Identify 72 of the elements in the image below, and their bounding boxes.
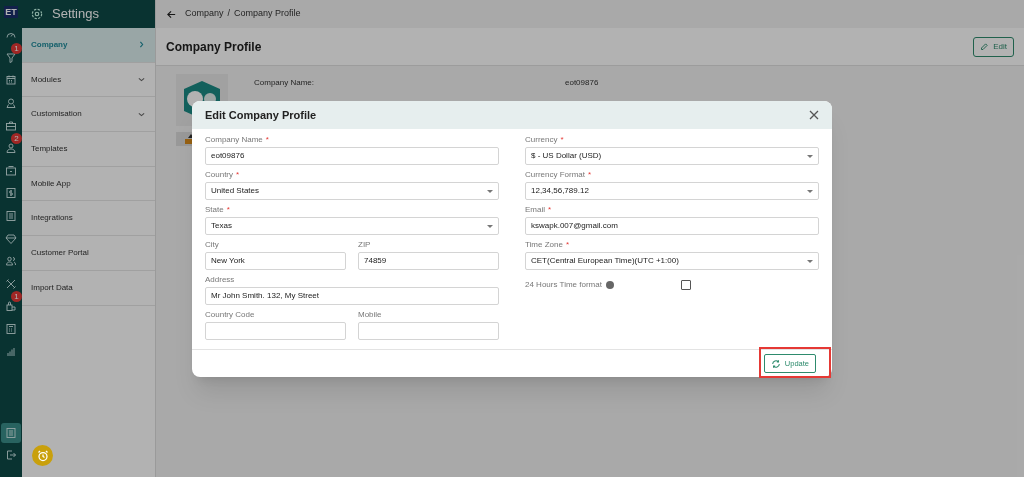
input-field[interactable]: Mr John Smith. 132, My Street <box>205 287 499 305</box>
input-field[interactable]: New York <box>205 252 346 270</box>
field-label: Company Name <box>205 134 263 146</box>
input-field[interactable]: eot09876 <box>205 147 499 165</box>
required-mark: * <box>588 169 592 181</box>
field-label: Country Code <box>205 309 255 321</box>
select-field[interactable]: Texas <box>205 217 499 235</box>
required-mark: * <box>236 169 240 181</box>
select-field[interactable]: CET(Central European Time)(UTC +1:00) <box>525 252 819 270</box>
calendar-icon[interactable] <box>5 74 17 87</box>
logout-icon[interactable] <box>5 449 17 461</box>
field-label: Currency Format <box>525 169 585 181</box>
field-label: Address <box>205 274 235 286</box>
input-field[interactable] <box>205 322 346 340</box>
field-label: ZIP <box>358 239 371 251</box>
back-arrow-icon[interactable] <box>166 8 177 20</box>
required-mark: * <box>265 134 269 146</box>
page-title: Company Profile <box>166 38 262 56</box>
select-field[interactable]: United States <box>205 182 499 200</box>
breadcrumb-link[interactable]: Company <box>185 7 224 21</box>
input-field[interactable]: 74859 <box>358 252 499 270</box>
close-icon[interactable] <box>809 110 819 120</box>
settings-list-icon <box>5 427 17 439</box>
edit-icon <box>980 42 990 51</box>
field-label: Time Zone <box>525 239 563 251</box>
notification-badge: 2 <box>11 132 22 144</box>
tools-icon[interactable] <box>5 277 17 290</box>
notification-badge: 1 <box>11 291 22 303</box>
required-mark: * <box>565 239 570 251</box>
person-icon[interactable] <box>5 142 17 155</box>
dropdown-caret-icon <box>807 189 813 193</box>
field-label: Email <box>525 204 545 216</box>
field-label: State <box>205 204 224 216</box>
field-label: 24 Hours Time format <box>525 279 602 291</box>
rail-button[interactable] <box>1 423 21 443</box>
field-label: City <box>205 239 219 251</box>
breadcrumb-separator: / <box>227 7 231 21</box>
dialog-title: Edit Company Profile <box>205 107 317 123</box>
select-field[interactable]: $ - US Dollar (USD) <box>525 147 819 165</box>
briefcase-icon[interactable] <box>5 119 17 132</box>
dollar-icon[interactable] <box>5 187 17 200</box>
people-icon[interactable] <box>5 255 17 268</box>
field-value: eot09876 <box>565 77 599 89</box>
input-field[interactable]: kswapk.007@gmail.com <box>525 217 819 235</box>
required-mark: * <box>548 204 552 216</box>
select-field[interactable]: 12,34,56,789.12 <box>525 182 819 200</box>
dropdown-caret-icon <box>487 224 493 228</box>
dropdown-caret-icon <box>487 189 493 193</box>
required-mark: * <box>560 134 564 146</box>
refresh-icon <box>770 358 781 369</box>
alarm-clock-icon <box>36 449 49 462</box>
app-logo[interactable]: ET <box>4 6 18 18</box>
settings-icon <box>30 7 44 21</box>
field-label: Mobile <box>358 309 382 321</box>
edit-button[interactable]: Edit <box>973 36 1014 57</box>
field-label: Currency <box>525 134 558 146</box>
funnel-icon[interactable] <box>5 51 17 64</box>
field-label: Country <box>205 169 233 181</box>
field-label: Company Name: <box>254 77 316 89</box>
location-pin-icon[interactable] <box>5 97 17 110</box>
dropdown-caret-icon <box>807 154 813 158</box>
required-mark: * <box>226 204 230 216</box>
list-icon[interactable] <box>5 210 17 223</box>
dropdown-caret-icon <box>807 259 813 263</box>
checkbox[interactable] <box>681 280 691 290</box>
notification-badge: 1 <box>11 42 22 54</box>
diamond-icon[interactable] <box>5 232 17 245</box>
folder-icon[interactable] <box>5 164 17 177</box>
calculator-icon[interactable] <box>5 323 17 335</box>
bag-icon[interactable] <box>5 300 17 313</box>
sidebar-title: Settings <box>52 5 99 24</box>
input-field[interactable] <box>358 322 499 340</box>
